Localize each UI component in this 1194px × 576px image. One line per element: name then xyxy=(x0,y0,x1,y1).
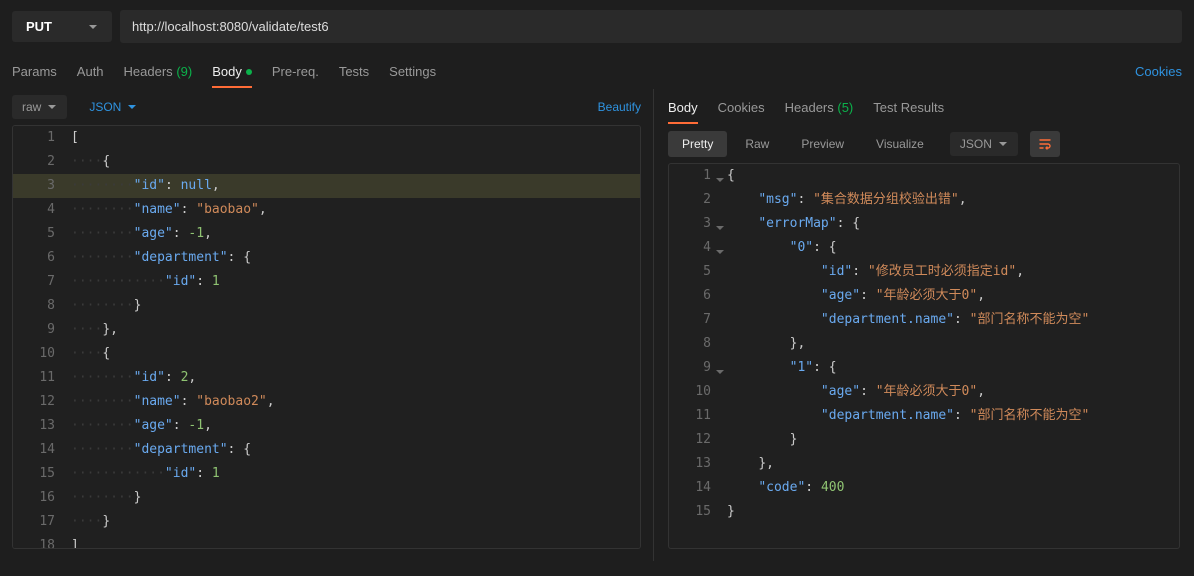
code-line: 12 } xyxy=(669,428,1179,452)
resp-tab-cookies[interactable]: Cookies xyxy=(718,92,765,123)
chevron-down-icon xyxy=(127,102,137,112)
code-line: 9····}, xyxy=(13,318,640,342)
chevron-down-icon xyxy=(47,102,57,112)
code-line: 16········} xyxy=(13,486,640,510)
code-line: 6 "age": "年龄必须大于0", xyxy=(669,284,1179,308)
fold-chevron-icon[interactable] xyxy=(715,218,725,228)
code-line: 14 "code": 400 xyxy=(669,476,1179,500)
code-line: 12········"name": "baobao2", xyxy=(13,390,640,414)
code-line: 5········"age": -1, xyxy=(13,222,640,246)
code-line: 1[ xyxy=(13,126,640,150)
response-view-subbar: Pretty Raw Preview Visualize JSON xyxy=(654,125,1194,163)
tab-headers[interactable]: Headers (9) xyxy=(124,56,193,87)
tab-settings[interactable]: Settings xyxy=(389,56,436,87)
code-line: 6········"department": { xyxy=(13,246,640,270)
resp-tab-headers[interactable]: Headers (5) xyxy=(785,92,854,123)
body-type-dropdown[interactable]: raw xyxy=(12,95,67,119)
resp-tab-body[interactable]: Body xyxy=(668,92,698,123)
code-line: 7 "department.name": "部门名称不能为空" xyxy=(669,308,1179,332)
code-line: 2····{ xyxy=(13,150,640,174)
tab-params[interactable]: Params xyxy=(12,56,57,87)
code-line: 1{ xyxy=(669,164,1179,188)
body-lang-dropdown[interactable]: JSON xyxy=(79,95,147,119)
tab-tests[interactable]: Tests xyxy=(339,56,369,87)
request-toolbar: PUT xyxy=(0,0,1194,53)
wrap-lines-button[interactable] xyxy=(1030,131,1060,157)
code-line: 8········} xyxy=(13,294,640,318)
tab-prereq[interactable]: Pre-req. xyxy=(272,56,319,87)
response-tabs: Body Cookies Headers (5) Test Results xyxy=(654,89,1194,125)
request-pane: raw JSON Beautify 1[2····{3········"id":… xyxy=(0,89,654,561)
code-line: 10 "age": "年龄必须大于0", xyxy=(669,380,1179,404)
code-line: 7············"id": 1 xyxy=(13,270,640,294)
code-line: 18] xyxy=(13,534,640,549)
code-line: 4 "0": { xyxy=(669,236,1179,260)
chevron-down-icon xyxy=(88,22,98,32)
code-line: 13········"age": -1, xyxy=(13,414,640,438)
code-line: 17····} xyxy=(13,510,640,534)
tab-body[interactable]: Body xyxy=(212,56,252,87)
view-raw[interactable]: Raw xyxy=(731,131,783,157)
fold-chevron-icon[interactable] xyxy=(715,170,725,180)
code-line: 3 "errorMap": { xyxy=(669,212,1179,236)
code-line: 8 }, xyxy=(669,332,1179,356)
request-body-subbar: raw JSON Beautify xyxy=(0,89,653,125)
method-label: PUT xyxy=(26,19,52,34)
code-line: 15} xyxy=(669,500,1179,524)
method-dropdown[interactable]: PUT xyxy=(12,11,112,42)
view-pretty[interactable]: Pretty xyxy=(668,131,727,157)
view-preview[interactable]: Preview xyxy=(787,131,858,157)
beautify-button[interactable]: Beautify xyxy=(598,100,641,114)
tab-auth[interactable]: Auth xyxy=(77,56,104,87)
chevron-down-icon xyxy=(998,139,1008,149)
body-modified-dot xyxy=(246,69,252,75)
code-line: 11 "department.name": "部门名称不能为空" xyxy=(669,404,1179,428)
request-tabs: Params Auth Headers (9) Body Pre-req. Te… xyxy=(0,53,1194,89)
cookies-link[interactable]: Cookies xyxy=(1135,64,1182,79)
code-line: 14········"department": { xyxy=(13,438,640,462)
code-line: 9 "1": { xyxy=(669,356,1179,380)
code-line: 5 "id": "修改员工时必须指定id", xyxy=(669,260,1179,284)
resp-headers-count: (5) xyxy=(837,100,853,115)
fold-chevron-icon[interactable] xyxy=(715,242,725,252)
fold-chevron-icon[interactable] xyxy=(715,362,725,372)
wrap-icon xyxy=(1038,137,1052,151)
code-line: 13 }, xyxy=(669,452,1179,476)
view-visualize[interactable]: Visualize xyxy=(862,131,938,157)
resp-lang-dropdown[interactable]: JSON xyxy=(950,132,1018,156)
response-pane: Body Cookies Headers (5) Test Results Pr… xyxy=(654,89,1194,561)
resp-tab-testresults[interactable]: Test Results xyxy=(873,92,944,123)
code-line: 15············"id": 1 xyxy=(13,462,640,486)
code-line: 10····{ xyxy=(13,342,640,366)
code-line: 11········"id": 2, xyxy=(13,366,640,390)
response-body-editor[interactable]: 1{2 "msg": "集合数据分组校验出错",3 "errorMap": {4… xyxy=(668,163,1180,549)
code-line: 3········"id": null, xyxy=(13,174,640,198)
headers-count: (9) xyxy=(176,64,192,79)
code-line: 4········"name": "baobao", xyxy=(13,198,640,222)
code-line: 2 "msg": "集合数据分组校验出错", xyxy=(669,188,1179,212)
request-body-editor[interactable]: 1[2····{3········"id": null,4········"na… xyxy=(12,125,641,549)
url-input[interactable] xyxy=(120,10,1182,43)
